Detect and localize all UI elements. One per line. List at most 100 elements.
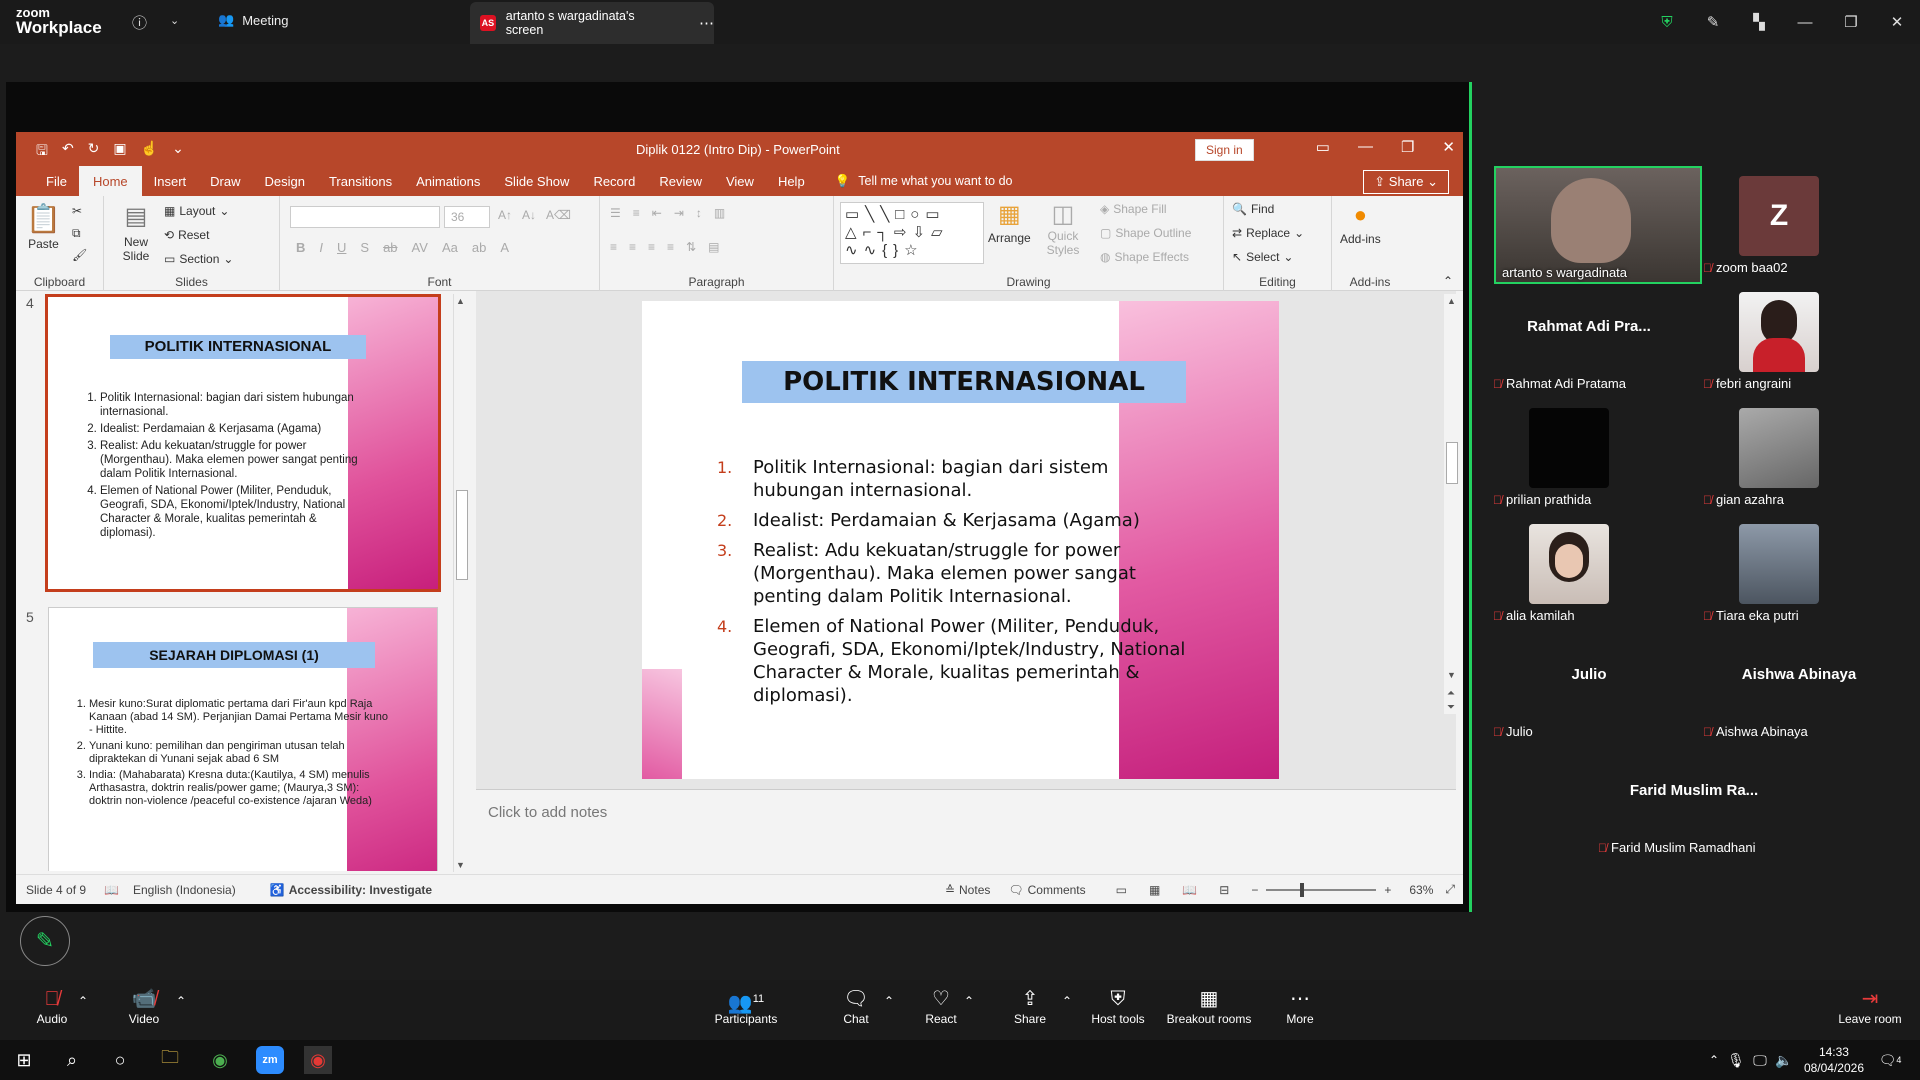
tab-view[interactable]: View xyxy=(714,167,766,196)
participant-tile[interactable]: Aishwa Abinaya 🎙̸ Aishwa Abinaya xyxy=(1695,630,1903,746)
share-button[interactable]: ⇪ Share ⌄ xyxy=(1363,170,1449,194)
layout-button[interactable]: ▦ Layout ⌄ xyxy=(164,204,229,218)
react-options-chevron-icon[interactable]: ⌃ xyxy=(964,994,974,1008)
participant-tile[interactable]: Z 🎙̸ zoom baa02 xyxy=(1695,166,1903,282)
participant-tile[interactable]: Farid Muslim Ra... 🎙̸ Farid Muslim Ramadh… xyxy=(1590,746,1798,862)
search-icon[interactable]: ⌕ xyxy=(58,1046,86,1074)
scroll-down-icon[interactable]: ▼ xyxy=(1447,670,1456,680)
find-button[interactable]: 🔍 Find xyxy=(1232,202,1274,216)
audio-options-chevron-icon[interactable]: ⌃ xyxy=(78,994,88,1008)
chevron-down-icon[interactable]: ⌄ xyxy=(170,14,179,27)
format-painter-icon[interactable]: 🖌 xyxy=(72,248,87,262)
shape-outline-button[interactable]: ▢ Shape Outline xyxy=(1100,226,1191,240)
arrange-button[interactable]: ▦ Arrange xyxy=(988,200,1031,245)
leave-room-button[interactable]: ⇥ Leave room xyxy=(1832,986,1908,1026)
zoom-app-icon[interactable]: zm xyxy=(256,1046,284,1074)
info-icon[interactable]: ⓘ xyxy=(132,12,147,33)
next-slide-icon[interactable]: ⏷ xyxy=(1447,702,1455,713)
tab-design[interactable]: Design xyxy=(253,167,317,196)
slide-thumbnail-5[interactable]: SEJARAH DIPLOMASI (1) Mesir kuno:Surat d… xyxy=(48,607,438,871)
more-options-icon[interactable]: ⋯ xyxy=(699,14,714,32)
strikethrough-icon[interactable]: ab xyxy=(383,240,397,255)
participant-tile[interactable]: 🎙̸ prilian prathida xyxy=(1485,398,1693,514)
zoom-in-icon[interactable]: + xyxy=(1384,883,1391,897)
clear-format-icon[interactable]: A⌫ xyxy=(546,208,571,222)
sign-in-button[interactable]: Sign in xyxy=(1195,139,1254,161)
customize-icon[interactable]: ⌄ xyxy=(172,140,184,164)
tab-insert[interactable]: Insert xyxy=(142,167,199,196)
tab-record[interactable]: Record xyxy=(581,167,647,196)
screen-share-tab[interactable]: AS artanto s wargadinata's screen ⋯ xyxy=(470,2,714,44)
tab-file[interactable]: File xyxy=(34,167,79,196)
undo-icon[interactable]: ↶ xyxy=(62,140,74,164)
scroll-thumb[interactable] xyxy=(1446,442,1458,484)
collapse-ribbon-icon[interactable]: ⌃ xyxy=(1443,274,1453,288)
add-ins-button[interactable]: ● Add-ins xyxy=(1340,202,1381,246)
scroll-up-icon[interactable]: ▲ xyxy=(456,296,465,306)
video-button[interactable]: 📹̸ Video xyxy=(122,986,166,1026)
participant-tile[interactable]: 🎙̸ Tiara eka putri xyxy=(1695,514,1903,630)
host-tools-button[interactable]: ⛨ Host tools xyxy=(1088,986,1148,1026)
layout-icon[interactable]: ▚ xyxy=(1736,13,1782,31)
present-icon[interactable]: ▣ xyxy=(113,140,126,164)
increase-indent-icon[interactable]: ⇥ xyxy=(674,206,684,220)
shape-effects-button[interactable]: ◍ Shape Effects xyxy=(1100,250,1189,264)
zoom-out-icon[interactable]: − xyxy=(1251,883,1258,897)
close-icon[interactable]: ✕ xyxy=(1874,13,1920,31)
participant-tile[interactable]: Julio 🎙̸ Julio xyxy=(1485,630,1693,746)
audio-button[interactable]: 🎙̸ Audio xyxy=(30,986,74,1026)
justify-icon[interactable]: ≡ xyxy=(667,240,674,254)
more-button[interactable]: ⋯ More xyxy=(1282,986,1318,1026)
bullets-icon[interactable]: ☰ xyxy=(610,206,621,220)
replace-button[interactable]: ⇄ Replace ⌄ xyxy=(1232,226,1304,240)
participants-button[interactable]: 👥11 Participants xyxy=(710,986,782,1026)
normal-view-icon[interactable]: ▭ xyxy=(1116,883,1127,897)
tab-draw[interactable]: Draw xyxy=(198,167,252,196)
tab-transitions[interactable]: Transitions xyxy=(317,167,404,196)
tab-slide-show[interactable]: Slide Show xyxy=(492,167,581,196)
meeting-tab[interactable]: 👥 Meeting xyxy=(218,12,288,28)
touch-mode-icon[interactable]: ☝ xyxy=(141,140,158,164)
notes-toggle[interactable]: ≙ Notes xyxy=(945,883,990,897)
notes-pane[interactable]: Click to add notes xyxy=(476,789,1456,871)
notification-icon[interactable]: 🗨 4 xyxy=(1876,1046,1904,1074)
slide-sorter-icon[interactable]: ▦ xyxy=(1149,883,1160,897)
new-slide-button[interactable]: ▤ New Slide xyxy=(112,202,160,263)
tab-help[interactable]: Help xyxy=(766,167,817,196)
quick-styles-button[interactable]: ◫ Quick Styles xyxy=(1042,200,1084,257)
line-spacing-icon[interactable]: ↕ xyxy=(696,206,702,220)
pen-icon[interactable]: ✎ xyxy=(1690,13,1736,31)
text-direction-icon[interactable]: ⇅ xyxy=(686,240,696,254)
react-button[interactable]: ♡ React xyxy=(920,986,962,1026)
decrease-indent-icon[interactable]: ⇤ xyxy=(652,206,662,220)
chrome-icon[interactable]: ◉ xyxy=(206,1046,234,1074)
reset-button[interactable]: ⟲ Reset xyxy=(164,228,209,242)
reading-view-icon[interactable]: 📖 xyxy=(1182,883,1197,897)
video-options-chevron-icon[interactable]: ⌃ xyxy=(176,994,186,1008)
columns-icon[interactable]: ▥ xyxy=(714,206,725,220)
shape-fill-button[interactable]: ◈ Shape Fill xyxy=(1100,202,1167,216)
copy-icon[interactable]: ⧉ xyxy=(72,226,81,241)
ribbon-display-icon[interactable]: ▭ xyxy=(1316,138,1330,156)
save-icon[interactable]: 🖫 xyxy=(36,140,48,164)
slide-title[interactable]: POLITIK INTERNASIONAL xyxy=(742,361,1186,403)
align-text-icon[interactable]: ▤ xyxy=(708,240,719,254)
share-options-chevron-icon[interactable]: ⌃ xyxy=(1062,994,1072,1008)
select-button[interactable]: ↖ Select ⌄ xyxy=(1232,250,1293,264)
current-slide[interactable]: POLITIK INTERNASIONAL 1. Politik Internas… xyxy=(642,301,1279,779)
volume-icon[interactable]: 🔈 xyxy=(1770,1046,1798,1074)
chat-button[interactable]: 🗨 Chat xyxy=(836,986,876,1026)
shrink-font-icon[interactable]: A↓ xyxy=(522,208,536,222)
windows-start-icon[interactable]: ⊞ xyxy=(10,1046,38,1074)
restore-icon[interactable]: ❐ xyxy=(1828,13,1874,31)
align-center-icon[interactable]: ≡ xyxy=(629,240,636,254)
accessibility-indicator[interactable]: ♿ Accessibility: Investigate xyxy=(270,883,432,897)
breakout-rooms-button[interactable]: ▦ Breakout rooms xyxy=(1164,986,1254,1026)
tell-me-search[interactable]: 💡 Tell me what you want to do xyxy=(835,174,1013,189)
change-case-icon[interactable]: Aa xyxy=(442,240,458,255)
tab-review[interactable]: Review xyxy=(647,167,714,196)
tab-home[interactable]: Home xyxy=(78,165,142,197)
shapes-gallery[interactable]: ▭╲╲□○▭ △⌐┐⇨⇩▱ ∿∿{}☆ xyxy=(840,202,984,264)
scroll-up-icon[interactable]: ▲ xyxy=(1447,296,1456,306)
char-spacing-icon[interactable]: AV xyxy=(412,240,428,255)
